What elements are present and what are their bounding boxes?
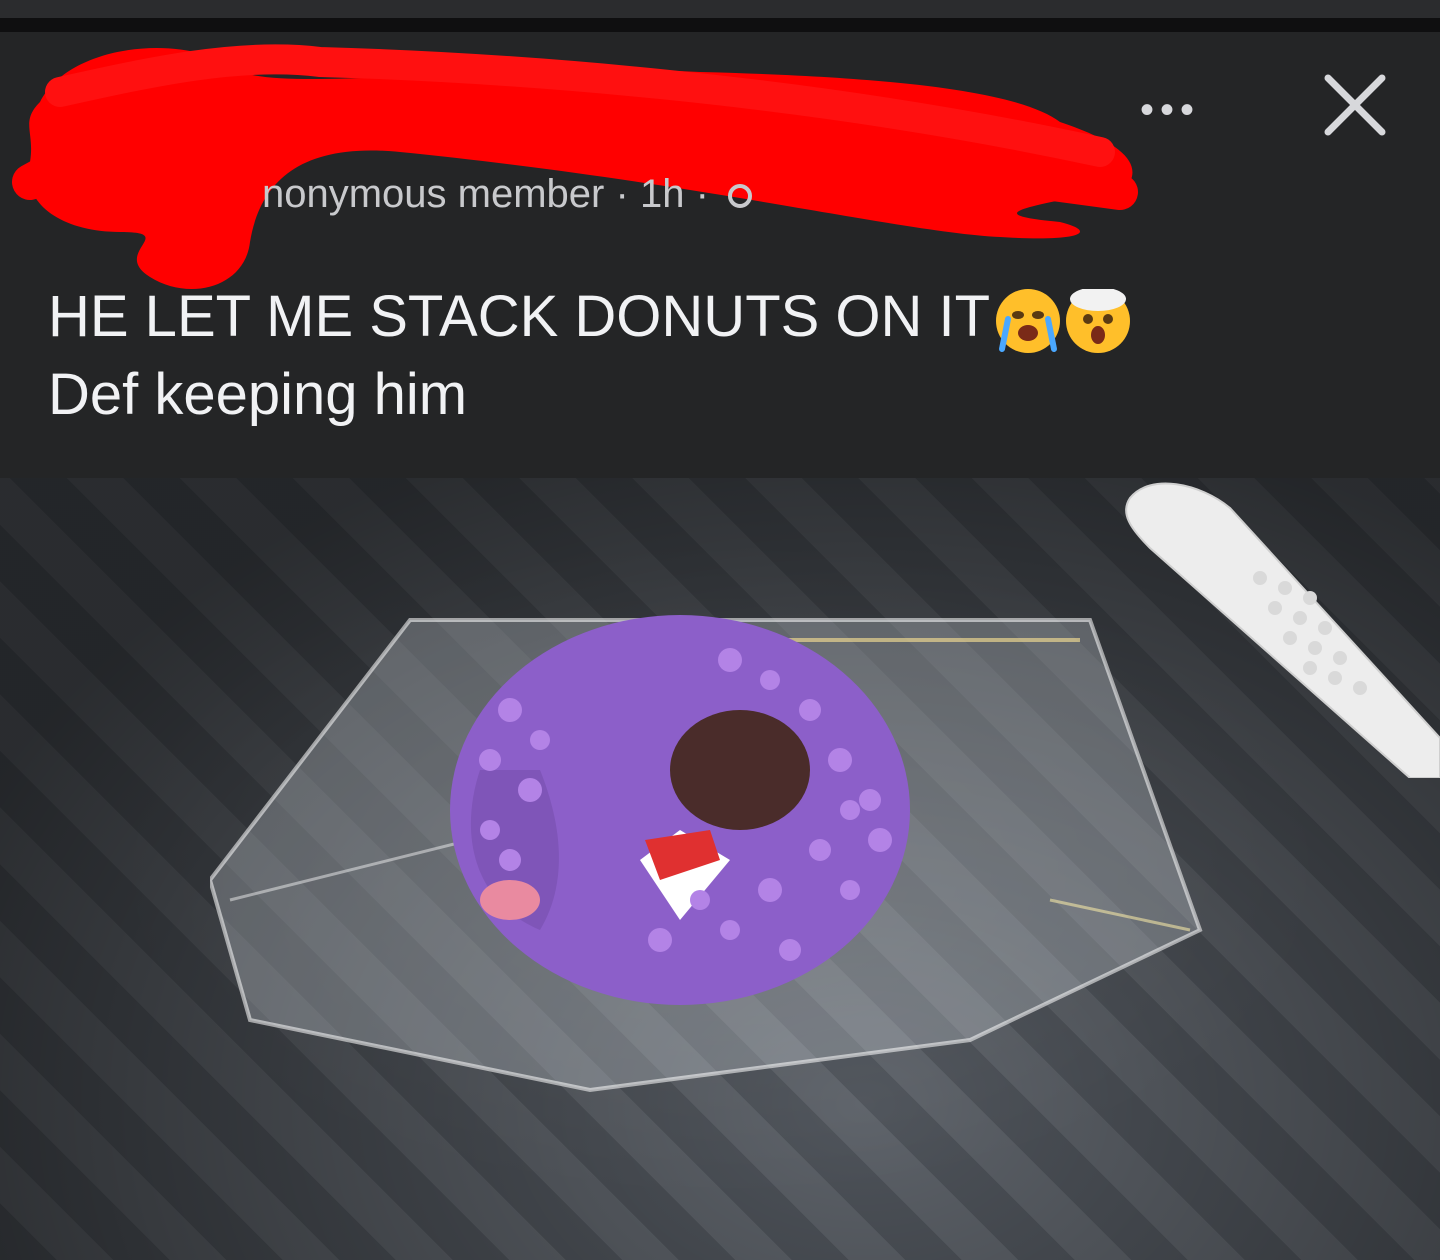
post-title: HE LET ME STACK DONUTS ON IT	[48, 284, 991, 349]
close-icon[interactable]	[1320, 70, 1390, 140]
meta-separator: ·	[615, 172, 629, 216]
post-text: HE LET ME STACK DONUTS ON IT Def keeping…	[48, 278, 1131, 434]
divider	[0, 18, 1440, 32]
avatar[interactable]	[48, 70, 198, 220]
more-options-button[interactable]: •••	[1140, 88, 1200, 133]
mind-blown-emoji	[1066, 288, 1131, 353]
crying-emoji	[996, 288, 1061, 353]
post-meta: nonymous member · 1h ·	[262, 172, 753, 217]
meta-separator-2: ·	[695, 172, 709, 216]
post-text-line-2: Def keeping him	[48, 362, 468, 427]
post-time[interactable]: 1h	[640, 172, 685, 217]
author-name[interactable]: nonymous member	[262, 172, 604, 217]
plastic-bag-with-donut	[210, 615, 1203, 1093]
status-bar	[0, 0, 1440, 18]
post-text-line-1: HE LET ME STACK DONUTS ON IT	[48, 278, 1131, 356]
globe-icon	[728, 184, 753, 209]
